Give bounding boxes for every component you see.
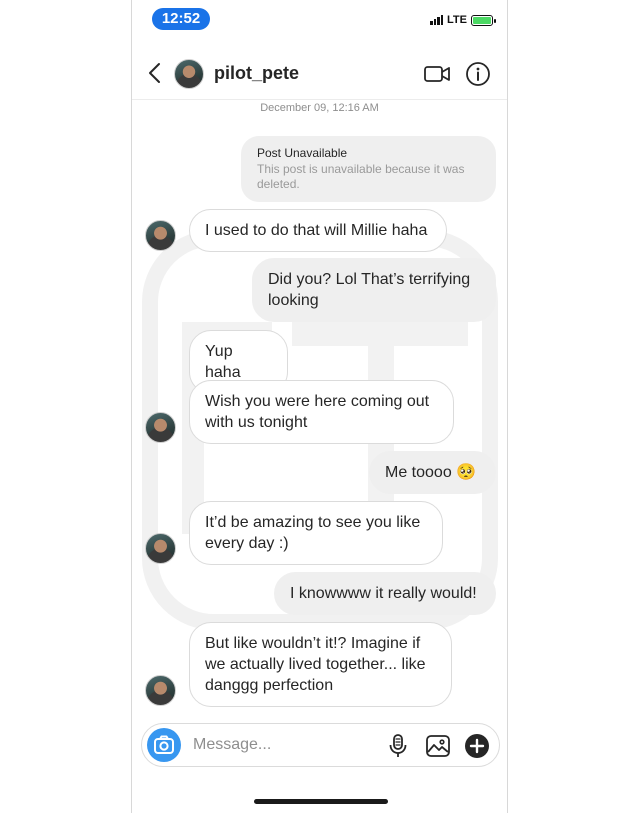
network-label: LTE	[447, 14, 467, 26]
unavailable-post-card[interactable]: Post Unavailable This post is unavailabl…	[241, 136, 496, 202]
chat-username[interactable]: pilot_pete	[214, 63, 299, 84]
camera-button[interactable]	[147, 728, 181, 762]
avatar[interactable]	[145, 533, 176, 564]
avatar[interactable]	[145, 412, 176, 443]
outgoing-message[interactable]: I knowwww it really would!	[274, 572, 496, 615]
incoming-message[interactable]: I used to do that will Millie haha	[189, 209, 447, 252]
status-indicators: LTE	[430, 14, 496, 26]
incoming-message[interactable]: It’d be amazing to see you like every da…	[189, 501, 443, 565]
message-composer	[141, 723, 500, 767]
phone-screen: 12:52 LTE pilot_pete December 09, 12:16 …	[131, 0, 508, 813]
signal-icon	[430, 15, 444, 25]
info-icon[interactable]	[465, 61, 491, 87]
microphone-icon[interactable]	[387, 733, 409, 759]
avatar[interactable]	[145, 675, 176, 706]
chevron-left-icon[interactable]	[144, 60, 168, 86]
outgoing-message[interactable]: Did you? Lol That’s terrifying looking	[252, 258, 496, 322]
status-time: 12:52	[152, 8, 210, 30]
outgoing-message[interactable]: Me toooo 🥺	[369, 451, 496, 494]
post-title: Post Unavailable	[257, 146, 348, 160]
incoming-message[interactable]: But like wouldn’t it!? Imagine if we act…	[189, 622, 452, 707]
avatar[interactable]	[145, 220, 176, 251]
message-thread[interactable]: December 09, 12:16 AM Post Unavailable T…	[132, 100, 507, 720]
date-separator: December 09, 12:16 AM	[260, 102, 379, 114]
avatar[interactable]	[174, 59, 204, 89]
post-description: This post is unavailable because it was …	[257, 162, 465, 191]
chat-header: pilot_pete	[132, 48, 507, 100]
battery-icon	[471, 14, 496, 26]
incoming-message[interactable]: Wish you were here coming out with us to…	[189, 380, 454, 444]
gallery-icon[interactable]	[425, 733, 451, 759]
plus-icon[interactable]	[464, 733, 490, 759]
message-input[interactable]	[193, 736, 373, 754]
home-indicator[interactable]	[254, 799, 388, 804]
camera-icon	[154, 735, 174, 754]
status-bar: 12:52 LTE	[132, 0, 507, 40]
video-camera-icon[interactable]	[423, 62, 451, 86]
